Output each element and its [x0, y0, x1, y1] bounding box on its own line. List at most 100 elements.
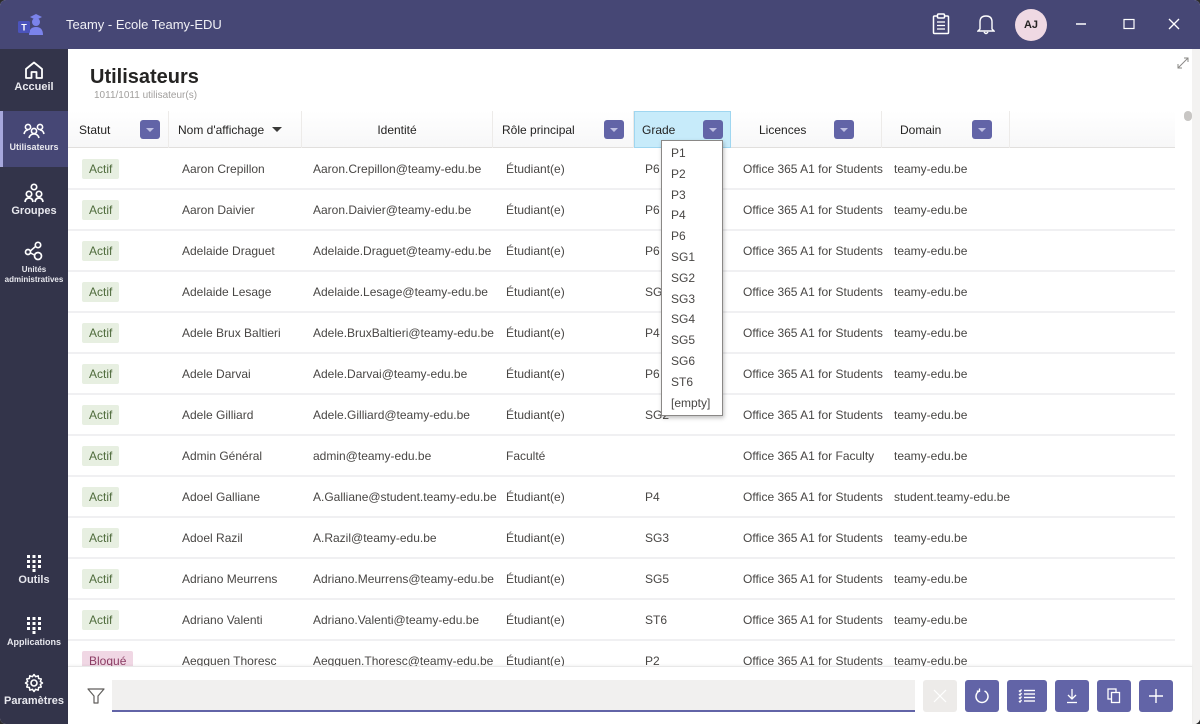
add-user-button[interactable] — [1139, 680, 1173, 712]
column-header-nom-affichage[interactable]: Nom d'affichage — [169, 111, 302, 148]
cell-license: Office 365 A1 for Students — [743, 641, 883, 667]
plus-icon — [1149, 689, 1163, 703]
download-button[interactable] — [1055, 680, 1089, 712]
cell-domain: teamy-edu.be — [894, 272, 967, 311]
cell-domain: teamy-edu.be — [894, 190, 967, 229]
grade-filter-option[interactable]: SG1 — [662, 247, 722, 268]
filter-dropdown-button[interactable] — [140, 120, 160, 139]
table-row[interactable]: Actif Adoel Galliane A.Galliane@student.te… — [68, 477, 1175, 518]
clear-filter-button[interactable] — [923, 680, 957, 712]
rail-item-groupes[interactable]: Groupes — [0, 183, 68, 223]
cell-status: Actif — [82, 600, 120, 639]
cell-license: Office 365 A1 for Students — [743, 477, 883, 516]
rail-item-utilisateurs[interactable]: Utilisateurs — [0, 111, 68, 167]
filter-funnel-icon — [87, 688, 105, 704]
close-button[interactable] — [1162, 12, 1186, 36]
expand-icon[interactable] — [1176, 56, 1190, 70]
cell-name: Aaron Crepillon — [182, 149, 265, 188]
cell-domain: teamy-edu.be — [894, 395, 967, 434]
identity-text: A.Galliane@student.teamy-edu.be — [313, 489, 497, 504]
filter-dropdown-button[interactable] — [972, 120, 992, 139]
scrollbar-track[interactable] — [1192, 49, 1200, 724]
grade-filter-option[interactable]: P6 — [662, 226, 722, 247]
table-row[interactable]: Actif Adoel Razil A.Razil@teamy-edu.be Étud… — [68, 518, 1175, 559]
filter-dropdown-button[interactable] — [834, 120, 854, 139]
cell-identity: Adelaide.Lesage@teamy-edu.be — [313, 272, 488, 311]
minimize-button[interactable] — [1069, 12, 1093, 36]
grade-filter-option[interactable]: SG6 — [662, 351, 722, 372]
status-badge: Actif — [82, 240, 120, 261]
grade-filter-option[interactable]: P1 — [662, 143, 722, 164]
cell-license: Office 365 A1 for Students — [743, 149, 883, 188]
grade-filter-option[interactable]: SG4 — [662, 309, 722, 330]
cell-domain: student.teamy-edu.be — [894, 477, 1010, 516]
rail-item-applications[interactable]: Applications — [0, 616, 68, 656]
cell-identity: Adriano.Meurrens@teamy-edu.be — [313, 559, 494, 598]
grade-filter-option[interactable]: SG3 — [662, 289, 722, 310]
user-avatar[interactable]: AJ — [1015, 9, 1047, 41]
cell-domain: teamy-edu.be — [894, 559, 967, 598]
role-text: Étudiant(e) — [506, 284, 565, 299]
rail-item-parametres[interactable]: Paramètres — [0, 673, 68, 713]
rail-item-label: Outils — [18, 574, 50, 586]
table-header: Statut Nom d'affichage Identité Rôle pri… — [68, 111, 1175, 148]
column-header-identite[interactable]: Identité — [302, 111, 493, 148]
grade-filter-dropdown[interactable]: P1 P2 P3 P4 P6 SG1 SG2 SG3 SG4 SG5 SG6 ST6 [empty] — [661, 140, 723, 416]
copy-button[interactable] — [1097, 680, 1131, 712]
column-header-statut[interactable]: Statut — [68, 111, 169, 148]
rail-item-outils[interactable]: Outils — [0, 554, 68, 594]
svg-text:T: T — [21, 23, 27, 33]
table-row[interactable]: Actif Aaron Daivier Aaron.Daivier@teamy-ed… — [68, 190, 1175, 231]
cell-name: Adele Gilliard — [182, 395, 253, 434]
rail-item-accueil[interactable]: Accueil — [0, 61, 68, 101]
grade-filter-option[interactable]: P3 — [662, 185, 722, 206]
grade-filter-option[interactable]: [empty] — [662, 393, 722, 414]
cell-grade: P6 — [645, 190, 660, 229]
clipboard-icon[interactable] — [929, 12, 953, 36]
cell-identity: Adele.BruxBaltieri@teamy-edu.be — [313, 313, 494, 352]
columns-button[interactable] — [1007, 680, 1047, 712]
grade-filter-option[interactable]: SG5 — [662, 330, 722, 351]
identity-text: Aaron.Crepillon@teamy-edu.be — [313, 161, 482, 176]
table-row[interactable]: Actif Adriano Meurrens Adriano.Meurrens@te… — [68, 559, 1175, 600]
table-row[interactable]: Bloqué Aegguen Thoresc Aegguen.Thoresc@tea… — [68, 641, 1175, 666]
table-row[interactable]: Actif Adele Darvai Adele.Darvai@teamy-edu.… — [68, 354, 1175, 395]
column-header-licences[interactable]: Licences — [731, 111, 882, 148]
grade-filter-option[interactable]: P2 — [662, 164, 722, 185]
column-label: Nom d'affichage — [178, 122, 265, 137]
cell-identity: Adriano.Valenti@teamy-edu.be — [313, 600, 479, 639]
cell-domain: teamy-edu.be — [894, 600, 967, 639]
refresh-button[interactable] — [965, 680, 999, 712]
bell-icon[interactable] — [974, 12, 998, 36]
maximize-button[interactable] — [1117, 12, 1141, 36]
name-text: Aaron Crepillon — [182, 161, 265, 176]
status-badge: Actif — [82, 609, 120, 630]
cell-role: Étudiant(e) — [506, 231, 565, 270]
license-text: Office 365 A1 for Students — [743, 161, 883, 176]
grade-filter-option[interactable]: P4 — [662, 205, 722, 226]
filter-dropdown-button[interactable] — [703, 120, 723, 139]
role-text: Étudiant(e) — [506, 612, 565, 627]
table-row[interactable]: Actif Adelaide Draguet Adelaide.Draguet@te… — [68, 231, 1175, 272]
column-header-domain[interactable]: Domain — [882, 111, 1010, 148]
filter-dropdown-button[interactable] — [604, 120, 624, 139]
filter-input[interactable] — [112, 680, 915, 712]
table-row[interactable]: Actif Aaron Crepillon Aaron.Crepillon@team… — [68, 149, 1175, 190]
role-text: Faculté — [506, 448, 546, 463]
table-row[interactable]: Actif Adele Brux Baltieri Adele.BruxBaltie… — [68, 313, 1175, 354]
cell-license: Office 365 A1 for Students — [743, 313, 883, 352]
cell-grade: P6 — [645, 149, 660, 188]
cell-role: Étudiant(e) — [506, 477, 565, 516]
table-row[interactable]: Actif Adele Gilliard Adele.Gilliard@teamy-… — [68, 395, 1175, 436]
column-header-role-principal[interactable]: Rôle principal — [493, 111, 634, 148]
vertical-scrollbar-thumb[interactable] — [1184, 111, 1192, 121]
grade-filter-option[interactable]: SG2 — [662, 268, 722, 289]
rail-item-unites-administratives[interactable]: Unités administratives — [0, 241, 68, 289]
role-text: Étudiant(e) — [506, 571, 565, 586]
table-row[interactable]: Actif Adelaide Lesage Adelaide.Lesage@team… — [68, 272, 1175, 313]
table-row[interactable]: Actif Admin Général admin@teamy-edu.be Facu… — [68, 436, 1175, 477]
table-row[interactable]: Actif Adriano Valenti Adriano.Valenti@team… — [68, 600, 1175, 641]
cell-name: Adoel Razil — [182, 518, 243, 557]
column-label: Identité — [377, 122, 417, 137]
grade-filter-option[interactable]: ST6 — [662, 372, 722, 393]
